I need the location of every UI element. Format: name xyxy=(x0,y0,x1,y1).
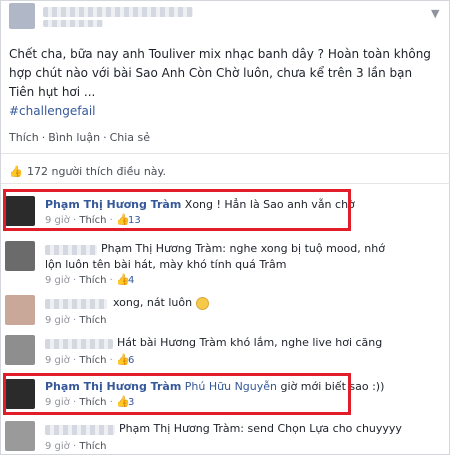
comment-like-button[interactable]: Thích xyxy=(79,355,106,366)
comment-time[interactable]: 9 giờ xyxy=(45,355,70,366)
comment-text: Phạm Thị Hương Tràm: nghe xong bị tuộ mo… xyxy=(101,242,385,255)
commenter-avatar[interactable] xyxy=(5,295,35,325)
divider xyxy=(1,183,450,184)
comment-text: Phạm Thị Hương Tràm: send Chọn Lựa cho c… xyxy=(119,422,402,435)
blurred-commenter-name xyxy=(45,245,97,255)
blurred-commenter-name xyxy=(45,339,113,349)
smile-emoji-icon xyxy=(195,296,209,310)
comment-time[interactable]: 9 giờ xyxy=(45,315,70,326)
hashtag-link[interactable]: #challengefail xyxy=(9,102,439,121)
separator-dot: · xyxy=(41,131,46,144)
post-header: ▼ xyxy=(1,1,450,31)
post-actions: Thích · Bình luận · Chia sẻ xyxy=(9,131,150,144)
red-highlight-box xyxy=(3,189,351,231)
blurred-commenter-name xyxy=(45,299,107,309)
separator-dot: · xyxy=(103,131,107,144)
post-text-line: hợp chút nào với bài Sao Anh Còn Chờ luô… xyxy=(9,66,413,80)
thumbs-up-icon: 👍 xyxy=(115,273,130,286)
commenter-avatar[interactable] xyxy=(5,421,35,451)
comment-like-button[interactable]: Thích xyxy=(79,315,106,326)
comment-text: lộn luôn tên bài hát, mày khó tính quá T… xyxy=(45,258,287,271)
thumbs-up-icon: 👍 xyxy=(9,164,23,178)
red-highlight-box xyxy=(3,373,351,415)
comment-button[interactable]: Bình luận xyxy=(48,131,100,144)
divider xyxy=(1,153,450,154)
comment-like-button[interactable]: Thích xyxy=(79,275,106,286)
poster-avatar[interactable] xyxy=(9,3,35,29)
blurred-poster-name xyxy=(43,7,193,17)
thumbs-up-icon: 👍 xyxy=(115,353,130,366)
post-text: Chết cha, bữa nay anh Touliver mix nhạc … xyxy=(9,45,439,121)
comment-item: Hát bài Hương Tràm khó lắm, nghe live hơ… xyxy=(1,333,450,369)
likes-summary[interactable]: 👍 172 người thích điều này. xyxy=(9,165,166,178)
blurred-commenter-name xyxy=(45,425,115,435)
post-text-line: Chết cha, bữa nay anh Touliver mix nhạc … xyxy=(9,47,431,61)
comment-time[interactable]: 9 giờ xyxy=(45,441,70,452)
comment-item: Phạm Thị Hương Tràm: nghe xong bị tuộ mo… xyxy=(1,239,450,289)
commenter-avatar[interactable] xyxy=(5,241,35,271)
comment-like-count[interactable]: 6 xyxy=(128,355,134,366)
post-text-line: Tiên hụt hơi ... xyxy=(9,85,96,99)
facebook-post-card: ▼ Chết cha, bữa nay anh Touliver mix nhạ… xyxy=(0,0,450,455)
comment-item: Phạm Thị Hương Tràm: send Chọn Lựa cho c… xyxy=(1,419,450,453)
share-button[interactable]: Chia sẻ xyxy=(110,131,150,144)
comment-like-count[interactable]: 4 xyxy=(128,275,134,286)
chevron-down-icon[interactable]: ▼ xyxy=(431,7,439,20)
comment-item: xong, nát luôn 9 giờ · Thích xyxy=(1,293,450,329)
commenter-avatar[interactable] xyxy=(5,335,35,365)
comment-time[interactable]: 9 giờ xyxy=(45,275,70,286)
comment-text: xong, nát luôn xyxy=(113,296,193,309)
likes-summary-text: 172 người thích điều này. xyxy=(27,165,166,178)
blurred-post-time xyxy=(43,20,103,27)
comment-like-button[interactable]: Thích xyxy=(79,441,106,452)
comment-text: Hát bài Hương Tràm khó lắm, nghe live hơ… xyxy=(117,336,383,349)
like-button[interactable]: Thích xyxy=(9,131,39,144)
